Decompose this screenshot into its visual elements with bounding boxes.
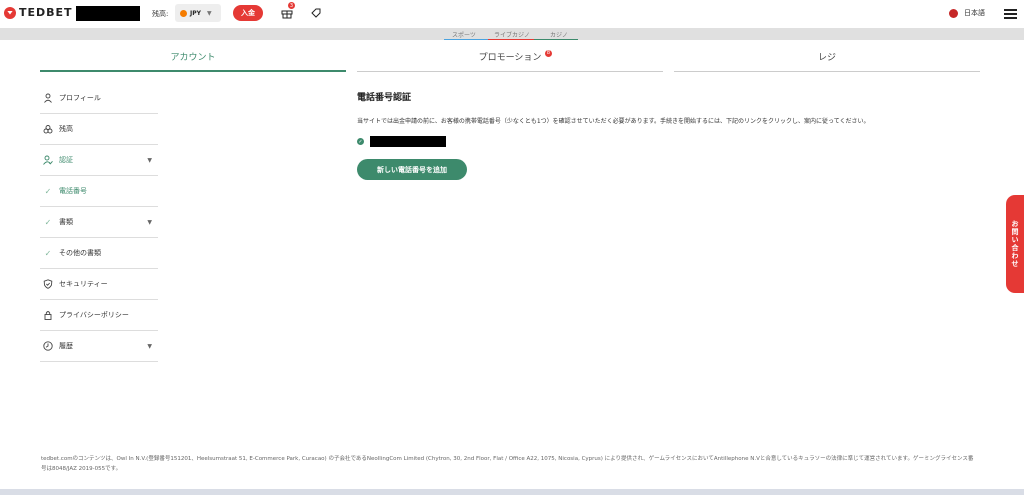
- sidebar-item-verification[interactable]: 認証 ▼: [40, 145, 158, 176]
- sidebar-item-other-documents[interactable]: ✓ その他の書類: [40, 238, 158, 269]
- currency-label: JPY: [190, 9, 201, 17]
- sidebar-item-label: その他の書類: [59, 249, 101, 257]
- tab-account-underline: [40, 70, 346, 72]
- chevron-down-icon: ▼: [147, 342, 152, 350]
- product-subnav: スポーツ ライブカジノ カジノ: [0, 28, 1024, 40]
- logo-icon: [4, 6, 16, 19]
- tab-promotion-underline: [357, 71, 663, 72]
- tab-cashier[interactable]: レジ: [674, 48, 980, 72]
- sidebar-item-label: プライバシーポリシー: [59, 311, 129, 319]
- subnav-sports-underline: [444, 39, 488, 40]
- currency-selector[interactable]: JPY ▼: [175, 4, 221, 22]
- site-logo[interactable]: TEDBET: [4, 6, 73, 19]
- phone-verification-panel: 電話番号認証 当サイトでは出金申請の前に、お客様の携帯電話番号（少なくとも1つ）…: [357, 90, 957, 180]
- subnav-live-casino-underline: [488, 39, 534, 40]
- tab-cashier-label: レジ: [817, 53, 836, 63]
- shield-icon: [43, 279, 53, 289]
- check-icon: ✓: [44, 248, 52, 258]
- subnav-live-casino[interactable]: ライブカジノ: [494, 30, 530, 39]
- tab-account-label: アカウント: [170, 53, 216, 63]
- account-tabs: アカウント プロモーション 8 レジ: [40, 48, 980, 74]
- redacted-username: [76, 6, 140, 21]
- contact-us-tab[interactable]: お問い合わせ: [1006, 195, 1024, 293]
- coins-icon: [43, 125, 53, 134]
- language-selector[interactable]: 日本語: [949, 8, 985, 18]
- chevron-down-icon: ▼: [206, 9, 212, 17]
- sidebar-item-label: 履歴: [59, 342, 73, 350]
- check-icon: ✓: [44, 217, 52, 227]
- clock-icon: [43, 341, 53, 351]
- promotion-badge: 8: [545, 50, 552, 57]
- gift-badge: 3: [288, 2, 295, 9]
- top-bar: TEDBET 残高: JPY ▼ 入金 3 日本語: [0, 0, 1024, 28]
- subnav-casino[interactable]: カジノ: [550, 30, 568, 39]
- sidebar-item-label: 電話番号: [59, 187, 87, 195]
- subnav-sports[interactable]: スポーツ: [452, 30, 476, 39]
- sidebar-item-label: 認証: [59, 156, 73, 164]
- tab-promotion[interactable]: プロモーション 8: [357, 48, 663, 72]
- sidebar-item-history[interactable]: 履歴 ▼: [40, 331, 158, 362]
- account-sidebar: プロフィール 残高 認証 ▼ ✓ 電話番号 ✓ 書類 ▼ ✓ その他の書類 セキ…: [40, 83, 158, 362]
- sidebar-item-label: セキュリティー: [59, 280, 108, 288]
- tab-promotion-label: プロモーション: [478, 53, 542, 63]
- check-icon: ✓: [44, 186, 52, 196]
- logo-text: TEDBET: [19, 6, 73, 19]
- balance-label: 残高:: [152, 10, 169, 18]
- footer-legal-text: tedbet.comのコンテンツは、Owl In N.V.(登録番号151201…: [41, 456, 974, 472]
- chevron-down-icon: ▼: [147, 218, 152, 226]
- sidebar-item-label: 残高: [59, 125, 73, 133]
- language-label: 日本語: [964, 9, 985, 17]
- taskbar-strip: [0, 489, 1024, 495]
- verified-check-icon: ✓: [357, 138, 364, 145]
- sidebar-item-label: プロフィール: [59, 94, 101, 102]
- deposit-button[interactable]: 入金: [233, 5, 263, 21]
- page-title: 電話番号認証: [357, 93, 412, 103]
- redacted-phone-number: [370, 136, 446, 147]
- sidebar-item-balance[interactable]: 残高: [40, 114, 158, 145]
- add-phone-button[interactable]: 新しい電話番号を追加: [357, 159, 467, 180]
- chevron-down-icon: ▼: [147, 156, 152, 164]
- menu-icon[interactable]: [1004, 9, 1017, 19]
- sidebar-item-security[interactable]: セキュリティー: [40, 269, 158, 300]
- subnav-casino-underline: [534, 39, 578, 40]
- japan-flag-icon: [949, 8, 958, 18]
- user-icon: [44, 93, 52, 103]
- lock-icon: [44, 311, 52, 320]
- sidebar-item-label: 書類: [59, 218, 73, 226]
- verification-description: 当サイトでは出金申請の前に、お客様の携帯電話番号（少なくとも1つ）を確認させてい…: [357, 118, 870, 125]
- currency-icon: [180, 9, 187, 17]
- user-check-icon: [43, 155, 53, 165]
- tab-cashier-underline: [674, 71, 980, 72]
- tag-icon[interactable]: [310, 7, 322, 19]
- sidebar-item-documents[interactable]: ✓ 書類 ▼: [40, 207, 158, 238]
- sidebar-item-privacy[interactable]: プライバシーポリシー: [40, 300, 158, 331]
- phone-number-row: ✓: [357, 136, 446, 147]
- tab-account[interactable]: アカウント: [40, 48, 346, 72]
- sidebar-item-profile[interactable]: プロフィール: [40, 83, 158, 114]
- sidebar-item-phone[interactable]: ✓ 電話番号: [40, 176, 158, 207]
